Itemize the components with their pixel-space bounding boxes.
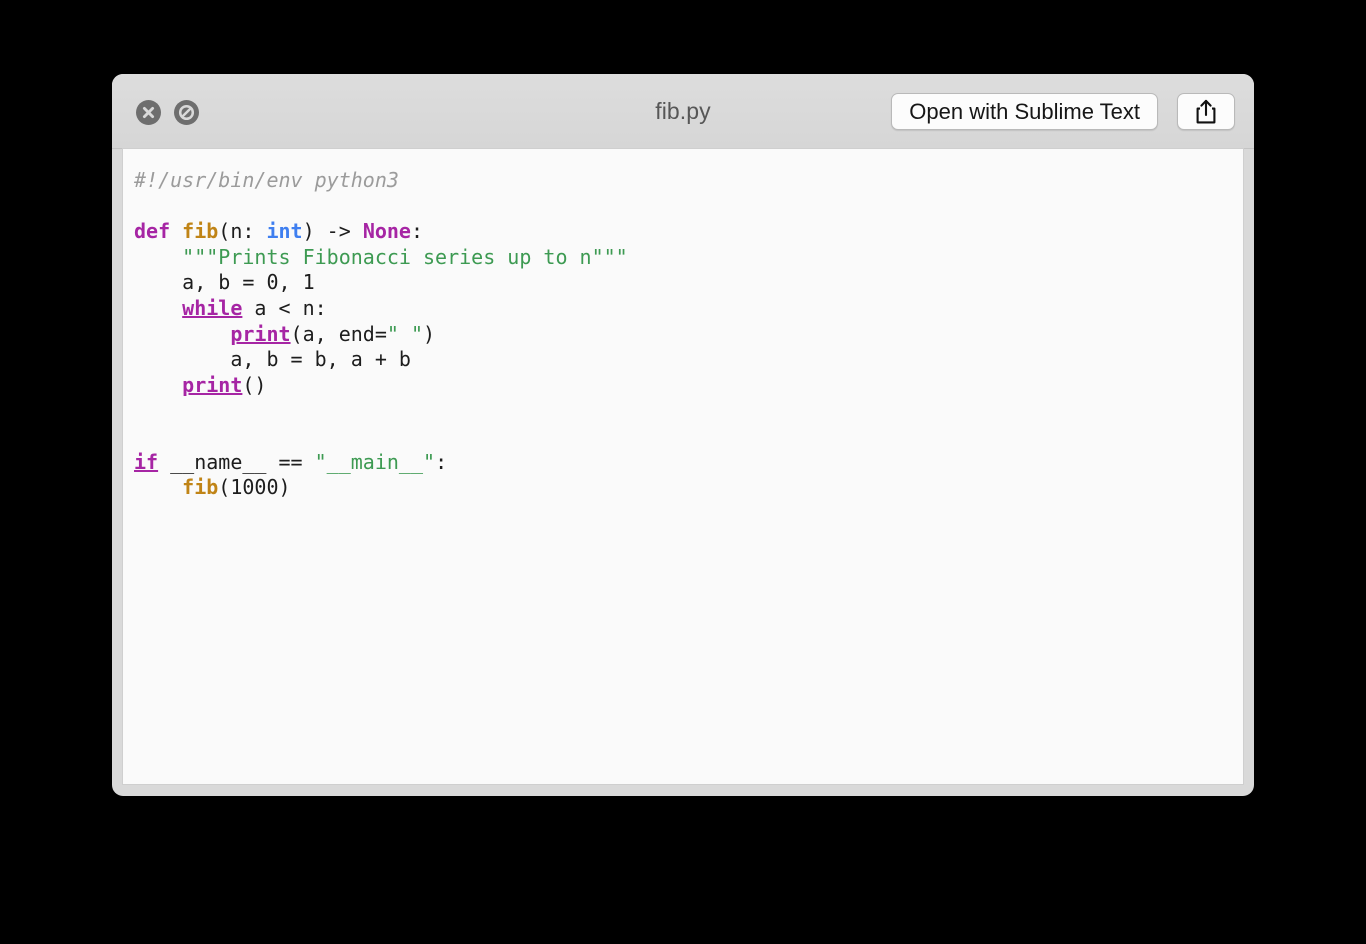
code-token-plain: : bbox=[435, 449, 448, 474]
code-line-8: a, b = b, a + b bbox=[134, 347, 1243, 373]
code-token-plain: a, b = 0, 1 bbox=[134, 270, 315, 295]
window-titlebar: fib.py Open with Sublime Text bbox=[112, 74, 1254, 149]
code-token-func: fib bbox=[182, 475, 219, 500]
code-token-plain: (n: bbox=[218, 219, 267, 244]
code-token-plain: () bbox=[242, 372, 267, 397]
close-x-icon bbox=[142, 106, 155, 119]
code-token-func: fib bbox=[182, 219, 219, 244]
share-button[interactable] bbox=[1177, 93, 1235, 130]
code-token-builtin: while bbox=[182, 295, 243, 320]
code-viewer: #!/usr/bin/env python3 def fib(n: int) -… bbox=[123, 149, 1243, 501]
code-line-12: if __name__ == "__main__": bbox=[134, 450, 1243, 476]
code-token-plain: __name__ == bbox=[158, 449, 315, 474]
code-line-6: while a < n: bbox=[134, 296, 1243, 322]
no-entry-slash-icon bbox=[178, 104, 195, 121]
open-with-button[interactable]: Open with Sublime Text bbox=[891, 93, 1158, 130]
code-token-plain: (1000) bbox=[218, 475, 291, 500]
code-token-plain: : bbox=[410, 219, 424, 244]
code-token-builtin: if bbox=[134, 449, 159, 474]
close-button[interactable] bbox=[136, 100, 161, 125]
code-token-string: " " bbox=[386, 321, 423, 346]
code-token-plain: a < n: bbox=[242, 295, 327, 320]
code-token-builtin: print bbox=[182, 372, 243, 397]
code-line-1: #!/usr/bin/env python3 bbox=[134, 168, 1243, 194]
code-token-type: int bbox=[266, 219, 303, 244]
code-token-const: None bbox=[362, 219, 411, 244]
code-token-string: "__main__" bbox=[314, 449, 436, 474]
quick-look-window: fib.py Open with Sublime Text #!/usr/bin… bbox=[112, 74, 1254, 796]
titlebar-actions: Open with Sublime Text bbox=[891, 93, 1235, 130]
window-controls bbox=[136, 100, 199, 125]
code-line-5: a, b = 0, 1 bbox=[134, 270, 1243, 296]
share-arrow-up-icon bbox=[1196, 99, 1216, 123]
code-line-4: """Prints Fibonacci series up to n""" bbox=[134, 245, 1243, 271]
code-token-builtin: print bbox=[230, 321, 291, 346]
code-line-7: print(a, end=" ") bbox=[134, 322, 1243, 348]
code-line-13: fib(1000) bbox=[134, 475, 1243, 501]
disabled-button[interactable] bbox=[174, 100, 199, 125]
code-token-keyword: def bbox=[134, 219, 171, 244]
code-token-comment: #!/usr/bin/env python3 bbox=[134, 168, 399, 192]
code-line-3: def fib(n: int) -> None: bbox=[134, 219, 1243, 245]
code-line-9: print() bbox=[134, 373, 1243, 399]
code-token-plain: ) -> bbox=[302, 219, 363, 244]
code-token-string: """Prints Fibonacci series up to n""" bbox=[182, 244, 628, 269]
code-token-plain: (a, end= bbox=[290, 321, 387, 346]
code-token-plain: ) bbox=[423, 321, 436, 346]
code-token-plain: a, b = b, a + b bbox=[134, 347, 411, 372]
file-preview-pane[interactable]: #!/usr/bin/env python3 def fib(n: int) -… bbox=[122, 148, 1244, 785]
